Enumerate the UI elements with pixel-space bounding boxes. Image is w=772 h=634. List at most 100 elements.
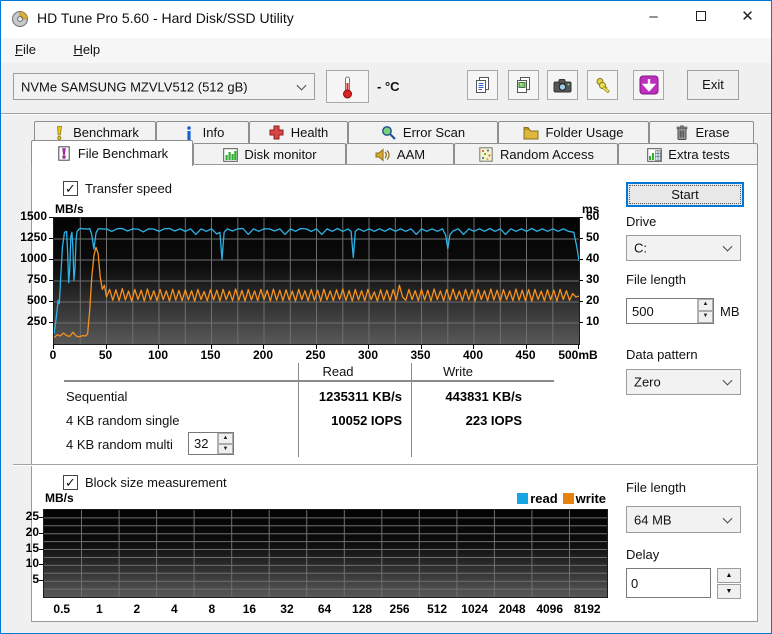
delay-input[interactable] [627,569,710,597]
tab-error-scan-label: Error Scan [402,125,466,140]
row-sequential-label: Sequential [66,389,128,404]
block-size-checkbox[interactable]: ✓ [63,475,78,490]
axis-label: 500mB [558,348,598,362]
axis-tick [49,259,53,260]
menubar: File Help [1,38,771,63]
axis-label: 25 [25,508,39,523]
data-pattern-label: Data pattern [626,347,698,362]
axis-label: 50 [98,348,113,362]
queue-depth-down-button[interactable]: ▼ [218,443,233,454]
axis-tick [579,322,583,323]
chart2-y-axis-title: MB/s [45,491,74,505]
copy-image-button[interactable] [508,70,539,100]
row-sequential-write: 443831 KB/s [445,389,522,404]
tab-folder-usage[interactable]: Folder Usage [498,121,649,143]
axis-tick [579,238,583,239]
axis-label: 5 [32,572,39,587]
temperature-button[interactable] [326,70,369,103]
drive-label: Drive [626,214,657,229]
queue-depth-input[interactable] [191,434,215,453]
chevron-down-icon [722,513,733,524]
axis-tick [39,580,43,582]
save-button[interactable] [633,70,664,100]
axis-tick [39,564,43,566]
app-icon [11,10,29,28]
block-file-length-select[interactable]: 64 MB [626,506,741,533]
tab-disk-monitor[interactable]: Disk monitor [193,143,346,165]
axis-tick [578,345,579,349]
axis-tick [315,345,317,349]
exit-button[interactable]: Exit [687,70,739,100]
queue-depth-up-button[interactable]: ▲ [218,433,233,444]
axis-tick [368,345,369,349]
axis-label: 750 [26,272,47,286]
data-pattern-value: Zero [634,374,661,390]
menu-help[interactable]: Help [63,38,110,61]
tab-folder-usage-label: Folder Usage [545,125,624,140]
copy-image-icon [516,77,530,93]
file-length-unit: MB [720,304,740,319]
results-col-write: Write [442,364,474,379]
menu-file[interactable]: File [5,38,46,61]
tab-extra-tests[interactable]: Extra tests [618,143,758,165]
axis-label: 200 [252,348,274,362]
titlebar: HD Tune Pro 5.60 - Hard Disk/SSD Utility… [1,1,771,38]
chevron-down-icon [722,241,733,252]
hdtune-window: HD Tune Pro 5.60 - Hard Disk/SSD Utility… [0,0,772,634]
axis-tick [39,532,43,534]
delay-label: Delay [626,547,660,562]
axis-tick [49,217,53,218]
file-length-input[interactable] [629,300,695,322]
axis-label: 60 [586,209,600,223]
screenshot-button[interactable] [547,70,578,100]
tab-file-benchmark-label: File Benchmark [77,146,169,161]
maximize-button[interactable] [677,1,724,35]
delay-up-button[interactable]: ▲ [717,568,741,583]
file-length-label: File length [626,272,686,287]
device-selector[interactable]: NVMe SAMSUNG MZVLV512 (512 gB) [13,73,315,100]
copy-text-button[interactable] [467,70,498,100]
window-title: HD Tune Pro 5.60 - Hard Disk/SSD Utility [37,10,294,26]
axis-tick [49,238,53,239]
folder-icon [523,125,539,141]
transfer-speed-checkbox[interactable]: ✓ [63,181,78,196]
block-size-label: Block size measurement [85,475,227,490]
axis-tick [579,259,583,260]
tab-aam[interactable]: AAM [346,143,454,165]
axis-label: 450 [515,348,536,362]
trash-icon [674,125,690,141]
axis-label: 500 [26,293,47,307]
drive-select-value: C: [634,240,647,256]
tab-error-scan[interactable]: Error Scan [348,121,498,143]
axis-label: 50 [586,230,600,244]
minimize-button[interactable]: – [630,1,677,35]
tab-benchmark-label: Benchmark [73,125,139,140]
maximize-icon [695,10,706,21]
axis-tick [525,345,527,349]
axis-label: 1250 [20,230,47,244]
tab-health[interactable]: Health [249,121,348,143]
file-length-down-button[interactable]: ▼ [698,311,713,323]
axis-label: 15 [25,540,39,555]
start-button[interactable]: Start [626,182,744,207]
axis-tick [263,345,264,349]
tab-erase[interactable]: Erase [649,121,754,143]
transfer-speed-chart [53,217,580,345]
axis-label: 1500 [20,209,47,223]
axis-label: 0 [49,348,57,362]
tab-file-benchmark[interactable]: File Benchmark [31,140,193,166]
delay-down-button[interactable]: ▼ [717,584,741,599]
tab-aam-label: AAM [396,147,426,162]
row-random-multi-label: 4 KB random multi [66,437,173,452]
random-access-icon [478,147,494,163]
file-length-up-button[interactable]: ▲ [698,299,713,311]
drive-select[interactable]: C: [626,235,741,261]
close-button[interactable]: ✕ [724,1,771,35]
options-button[interactable] [587,70,618,100]
chevron-down-icon [296,80,307,91]
tab-disk-monitor-label: Disk monitor [244,147,317,162]
axis-tick [473,345,474,349]
benchmark-icon [51,125,67,141]
data-pattern-select[interactable]: Zero [626,369,741,395]
tab-random-access[interactable]: Random Access [454,143,618,165]
